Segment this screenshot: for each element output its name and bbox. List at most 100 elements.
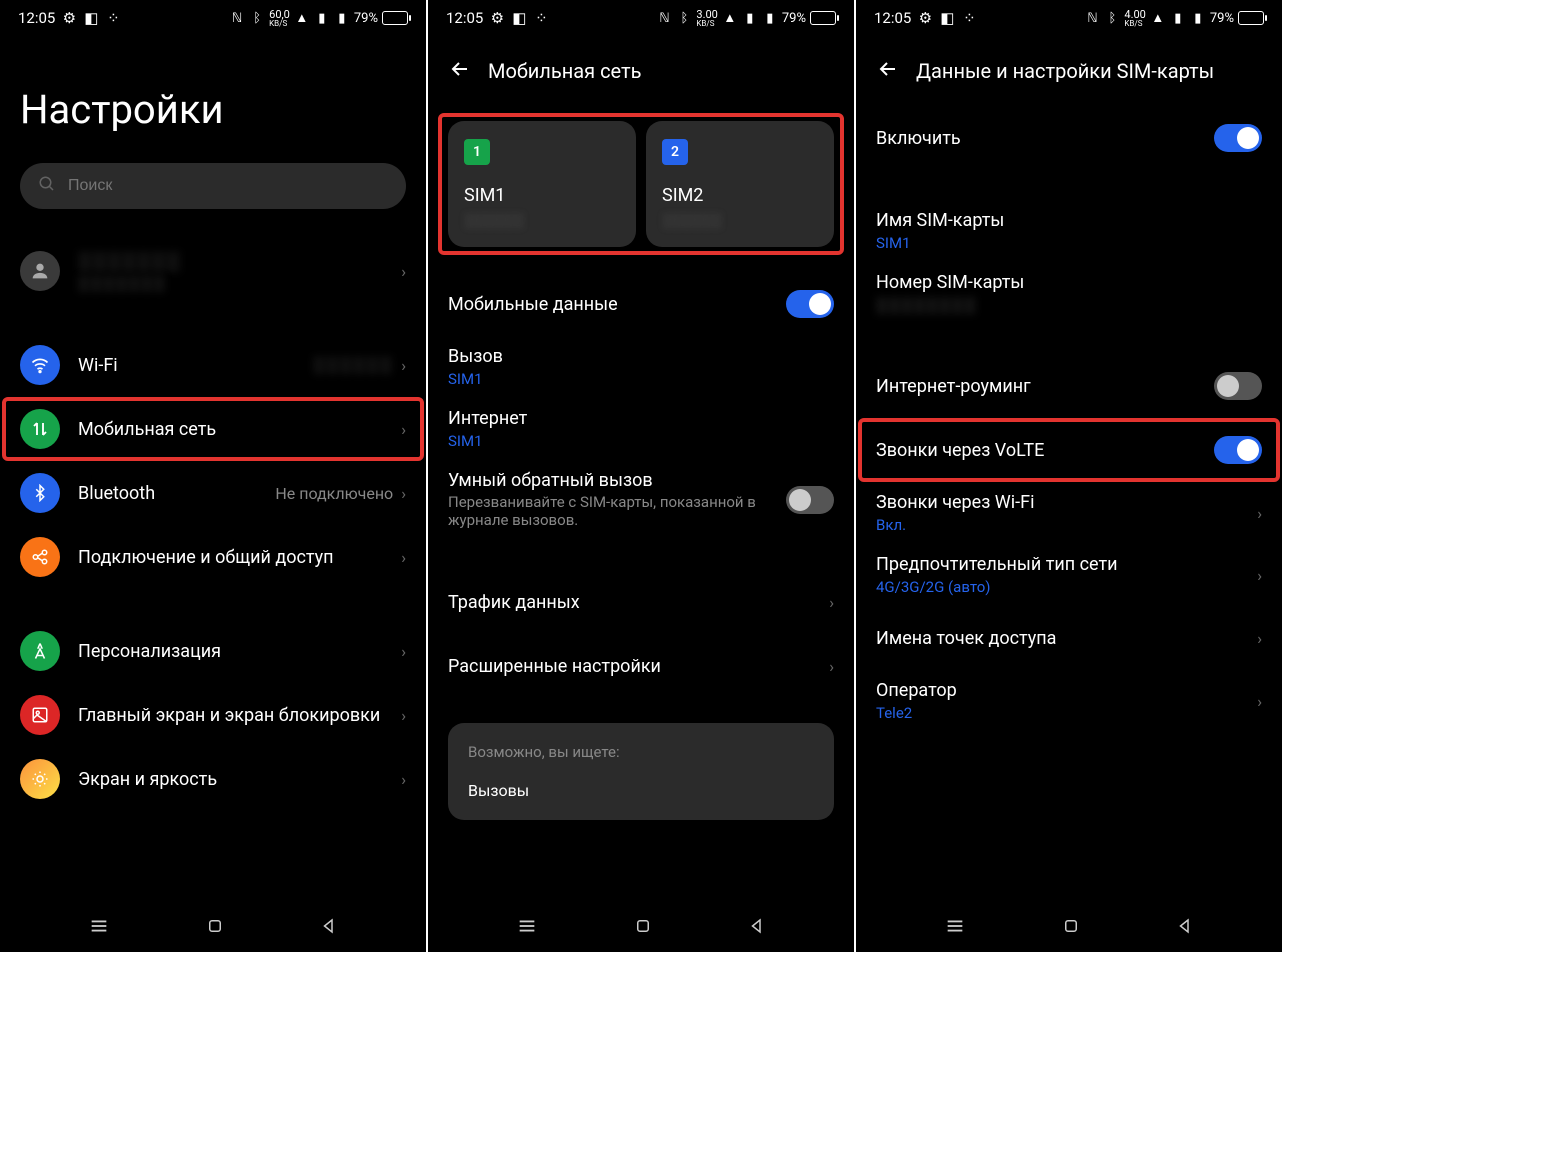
chevron-right-icon: › [401, 642, 406, 661]
nfc-icon: ℕ [1084, 10, 1100, 26]
bluetooth-icon: ᛒ [676, 10, 692, 26]
data-speed: 4.00KB/S [1124, 9, 1145, 28]
nav-bar [856, 904, 1282, 952]
hint-item-calls[interactable]: Вызовы [468, 781, 814, 800]
bluetooth-row[interactable]: Bluetooth Не подключено › [20, 461, 406, 525]
wifi-row[interactable]: Wi-Fi ░░░░░░ › [20, 333, 406, 397]
signal-icon: ▮ [762, 10, 778, 26]
network-type-label: Предпочтительный тип сети [876, 554, 1257, 575]
advanced-settings-row[interactable]: Расширенные настройки › [448, 634, 834, 698]
signal-icon: ▮ [1190, 10, 1206, 26]
personalization-label: Персонализация [78, 641, 401, 662]
chevron-right-icon: › [401, 356, 406, 375]
sim-number-row[interactable]: Номер SIM-карты ░░░░░░░░ [876, 262, 1262, 324]
operator-label: Оператор [876, 680, 1257, 701]
share-icon [20, 537, 60, 577]
suggestions-box: Возможно, вы ищете: Вызовы [448, 723, 834, 820]
hint-title: Возможно, вы ищете: [468, 743, 814, 761]
sharing-row[interactable]: Подключение и общий доступ › [20, 525, 406, 589]
home-button[interactable] [206, 917, 224, 939]
smart-callback-row[interactable]: Умный обратный вызов Перезванивайте с SI… [448, 460, 834, 539]
roaming-row[interactable]: Интернет-роуминг [876, 354, 1262, 418]
bluetooth-icon: ᛒ [249, 10, 265, 26]
sim1-name: SIM1 [464, 185, 620, 206]
sim-name-value: SIM1 [876, 234, 1262, 252]
sim2-card[interactable]: 2 SIM2 ░░░░░░ [646, 121, 834, 247]
search-input[interactable] [68, 177, 388, 195]
operator-row[interactable]: Оператор Tele2 › [876, 670, 1262, 732]
chevron-right-icon: › [1257, 692, 1262, 711]
volte-label: Звонки через VoLTE [876, 440, 1214, 461]
call-row[interactable]: Вызов SIM1 [448, 336, 834, 398]
bluetooth-icon: ᛒ [1104, 10, 1120, 26]
back-button[interactable] [748, 917, 766, 939]
enable-label: Включить [876, 128, 1214, 149]
recents-button[interactable] [516, 915, 538, 941]
call-value: SIM1 [448, 370, 834, 388]
enable-toggle[interactable] [1214, 124, 1262, 152]
mobile-network-icon [20, 409, 60, 449]
search-box[interactable] [20, 163, 406, 209]
gear-icon: ⚙ [917, 10, 933, 26]
enable-row[interactable]: Включить [876, 106, 1262, 170]
network-type-row[interactable]: Предпочтительный тип сети 4G/3G/2G (авто… [876, 544, 1262, 606]
chevron-right-icon: › [829, 593, 834, 612]
profile-name: ░░░░░░░ [78, 251, 401, 272]
back-button[interactable] [448, 47, 488, 95]
callback-toggle[interactable] [786, 486, 834, 514]
bluetooth-label: Bluetooth [78, 483, 275, 504]
battery-percent: 79% [1210, 11, 1234, 26]
mobile-data-toggle[interactable] [786, 290, 834, 318]
back-button[interactable] [876, 47, 916, 95]
sim1-badge: 1 [464, 139, 490, 165]
wifi-calling-value: Вкл. [876, 516, 1257, 534]
wifi-calling-row[interactable]: Звонки через Wi-Fi Вкл. › [876, 482, 1262, 544]
apn-row[interactable]: Имена точек доступа › [876, 606, 1262, 670]
display-row[interactable]: Экран и яркость › [20, 747, 406, 811]
network-type-value: 4G/3G/2G (авто) [876, 578, 1257, 596]
profile-row[interactable]: ░░░░░░░░░░░░░░ › [20, 239, 406, 303]
back-button[interactable] [1176, 917, 1194, 939]
mobile-network-row[interactable]: Мобильная сеть › [20, 397, 406, 461]
wifi-icon [20, 345, 60, 385]
wifi-label: Wi-Fi [78, 355, 313, 376]
nfc-icon: ℕ [656, 10, 672, 26]
home-button[interactable] [1062, 917, 1080, 939]
roaming-label: Интернет-роуминг [876, 376, 1214, 397]
data-traffic-row[interactable]: Трафик данных › [448, 570, 834, 634]
traffic-label: Трафик данных [448, 592, 829, 613]
screen-mobile-network: 12:05 ⚙ ◧ ⁘ ℕ ᛒ 3.00KB/S ▲ ▮ ▮ 79% Мобил… [428, 0, 854, 952]
home-screen-row[interactable]: Главный экран и экран блокировки › [20, 683, 406, 747]
recents-button[interactable] [88, 915, 110, 941]
page-title: Настройки [20, 86, 406, 133]
sim2-name: SIM2 [662, 185, 818, 206]
mobile-data-row[interactable]: Мобильные данные [448, 272, 834, 336]
internet-row[interactable]: Интернет SIM1 [448, 398, 834, 460]
volte-toggle[interactable] [1214, 436, 1262, 464]
battery-percent: 79% [782, 11, 806, 26]
sim-name-row[interactable]: Имя SIM-карты SIM1 [876, 200, 1262, 262]
volte-row[interactable]: Звонки через VoLTE [876, 418, 1262, 482]
battery-icon [1238, 11, 1264, 25]
signal-icon: ▮ [742, 10, 758, 26]
status-time: 12:05 [446, 9, 483, 27]
home-button[interactable] [634, 917, 652, 939]
sim-number-label: Номер SIM-карты [876, 272, 1262, 293]
sim1-card[interactable]: 1 SIM1 ░░░░░░ [448, 121, 636, 247]
back-button[interactable] [320, 917, 338, 939]
nfc-icon: ℕ [229, 10, 245, 26]
circles-icon: ⁘ [961, 10, 977, 26]
status-bar: 12:05 ⚙ ◧ ⁘ ℕ ᛒ 4.00KB/S ▲ ▮ ▮ 79% [856, 0, 1282, 36]
sim-name-label: Имя SIM-карты [876, 210, 1262, 231]
roaming-toggle[interactable] [1214, 372, 1262, 400]
chevron-right-icon: › [401, 706, 406, 725]
avatar-icon [20, 251, 60, 291]
sim2-badge: 2 [662, 139, 688, 165]
status-time: 12:05 [874, 9, 911, 27]
internet-value: SIM1 [448, 432, 834, 450]
wifi-icon: ▲ [1150, 10, 1166, 26]
recents-button[interactable] [944, 915, 966, 941]
personalization-row[interactable]: Персонализация › [20, 619, 406, 683]
apn-label: Имена точек доступа [876, 628, 1257, 649]
wifi-icon: ▲ [294, 10, 310, 26]
